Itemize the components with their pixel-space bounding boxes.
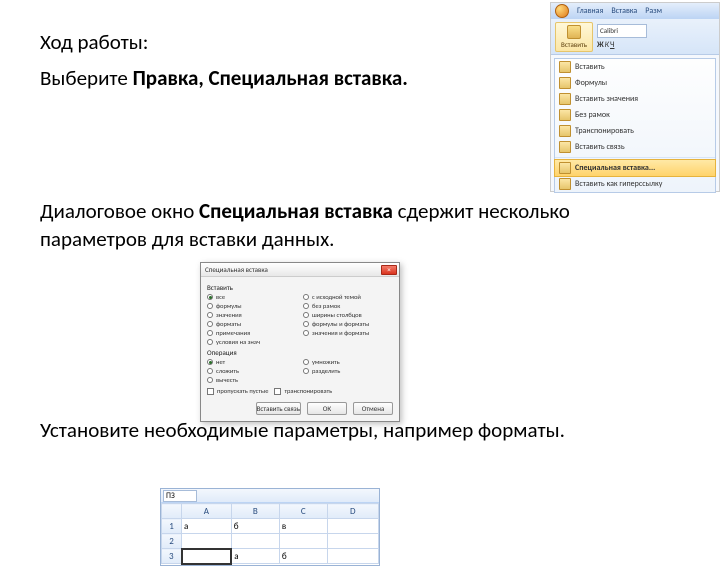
formula-bar: ПЗ	[161, 489, 379, 503]
radio-values[interactable]: значения	[207, 311, 297, 319]
group-paste: Вставить	[207, 283, 393, 292]
dialog-titlebar[interactable]: Специальная вставка ×	[201, 263, 399, 277]
radio-sub[interactable]: вычесть	[207, 376, 297, 384]
cell-B2[interactable]	[231, 534, 279, 549]
cell-B1[interactable]: б	[231, 519, 279, 534]
row-2[interactable]: 2	[162, 534, 182, 549]
tab-insert[interactable]: Вставка	[611, 6, 637, 16]
radio-div[interactable]: разделить	[303, 367, 393, 375]
cell-B3[interactable]: а	[231, 549, 279, 564]
instruction-2: Диалоговое окно Специальная вставка сдер…	[40, 197, 680, 254]
radio-formfmt[interactable]: формулы и форматы	[303, 320, 393, 328]
ok-button[interactable]: ОК	[307, 402, 347, 415]
dialog-title: Специальная вставка	[205, 265, 268, 274]
spreadsheet-fragment: ПЗ A B C D 1 а б в 2	[160, 488, 380, 566]
p2-bold: Правка, Специальная вставка.	[133, 65, 408, 91]
menu-noborders[interactable]: Без рамок	[555, 107, 715, 123]
ribbon-tabs: Главная Вставка Разм	[551, 3, 719, 19]
radio-valfmt[interactable]: значения и форматы	[303, 329, 393, 337]
paste-button[interactable]: Вставить	[555, 22, 593, 52]
font-selector[interactable]: Calibri	[597, 24, 647, 38]
cell-C3[interactable]: б	[279, 549, 327, 564]
row-3[interactable]: 3	[162, 549, 182, 564]
radio-theme[interactable]: с исходной темой	[303, 293, 393, 301]
check-skip[interactable]: пропускать пустые	[207, 387, 268, 395]
menu-separator	[555, 157, 715, 158]
row-1[interactable]: 1	[162, 519, 182, 534]
p2-text: Выберите	[40, 65, 133, 91]
tab-home[interactable]: Главная	[577, 6, 603, 16]
radio-formats[interactable]: форматы	[207, 320, 297, 328]
menu-paste[interactable]: Вставить	[555, 59, 715, 75]
cell-A3[interactable]	[182, 549, 232, 564]
group-op: Операция	[207, 348, 393, 357]
radio-mul[interactable]: умножить	[303, 358, 393, 366]
radio-noborder[interactable]: без рамок	[303, 302, 393, 310]
close-icon[interactable]: ×	[381, 265, 397, 275]
menu-pastelink[interactable]: Вставить связь	[555, 139, 715, 155]
menu-paste-special[interactable]: Специальная вставка...	[554, 159, 716, 177]
cell-D3[interactable]	[327, 549, 378, 564]
radio-none[interactable]: нет	[207, 358, 297, 366]
col-B[interactable]: B	[231, 504, 279, 519]
radio-validation[interactable]: условия на знач	[207, 338, 297, 346]
cell-C2[interactable]	[279, 534, 327, 549]
clipboard-icon	[567, 25, 581, 39]
col-A[interactable]: A	[182, 504, 232, 519]
cell-A2[interactable]	[182, 534, 232, 549]
cell-D2[interactable]	[327, 534, 378, 549]
menu-formulas[interactable]: Формулы	[555, 75, 715, 91]
corner-cell[interactable]	[162, 504, 182, 519]
underline-icon[interactable]: Ч	[610, 40, 614, 50]
tab-page[interactable]: Разм	[645, 6, 662, 16]
cell-D1[interactable]	[327, 519, 378, 534]
bold-icon[interactable]: Ж	[597, 40, 604, 50]
radio-add[interactable]: сложить	[207, 367, 297, 375]
menu-values[interactable]: Вставить значения	[555, 91, 715, 107]
paste-special-dialog: Специальная вставка × Вставить все форму…	[200, 262, 400, 422]
cell-C1[interactable]: в	[279, 519, 327, 534]
dialog-body: Вставить все формулы значения форматы пр…	[201, 277, 399, 399]
cell-A1[interactable]: а	[182, 519, 232, 534]
col-C[interactable]: C	[279, 504, 327, 519]
paste-dropdown: Вставить Формулы Вставить значения Без р…	[554, 58, 716, 193]
radio-formulas[interactable]: формулы	[207, 302, 297, 310]
cells-table: A B C D 1 а б в 2 3 а	[161, 503, 379, 565]
radio-colwidth[interactable]: ширины столбцов	[303, 311, 393, 319]
menu-hyperlink[interactable]: Вставить как гиперссылку	[555, 176, 715, 192]
office-orb-icon[interactable]	[555, 4, 569, 18]
col-D[interactable]: D	[327, 504, 378, 519]
ribbon-screenshot: Главная Вставка Разм Вставить Calibri Ж …	[550, 2, 720, 192]
paste-link-button[interactable]: Вставить связь	[256, 402, 301, 415]
p3-a: Диалоговое окно	[40, 198, 199, 224]
radio-all[interactable]: все	[207, 293, 297, 301]
radio-comments[interactable]: примечания	[207, 329, 297, 337]
check-transpose[interactable]: транспонировать	[274, 387, 332, 395]
menu-transpose[interactable]: Транспонировать	[555, 123, 715, 139]
cancel-button[interactable]: Отмена	[353, 402, 393, 415]
name-box[interactable]: ПЗ	[163, 490, 197, 502]
italic-icon[interactable]: К	[605, 40, 609, 50]
ribbon-band: Вставить Calibri Ж К Ч	[551, 19, 719, 55]
paste-label: Вставить	[561, 40, 587, 49]
slide: Ход работы: Выберите Правка, Специальная…	[0, 0, 720, 540]
p3-b: Специальная вставка	[199, 198, 398, 224]
